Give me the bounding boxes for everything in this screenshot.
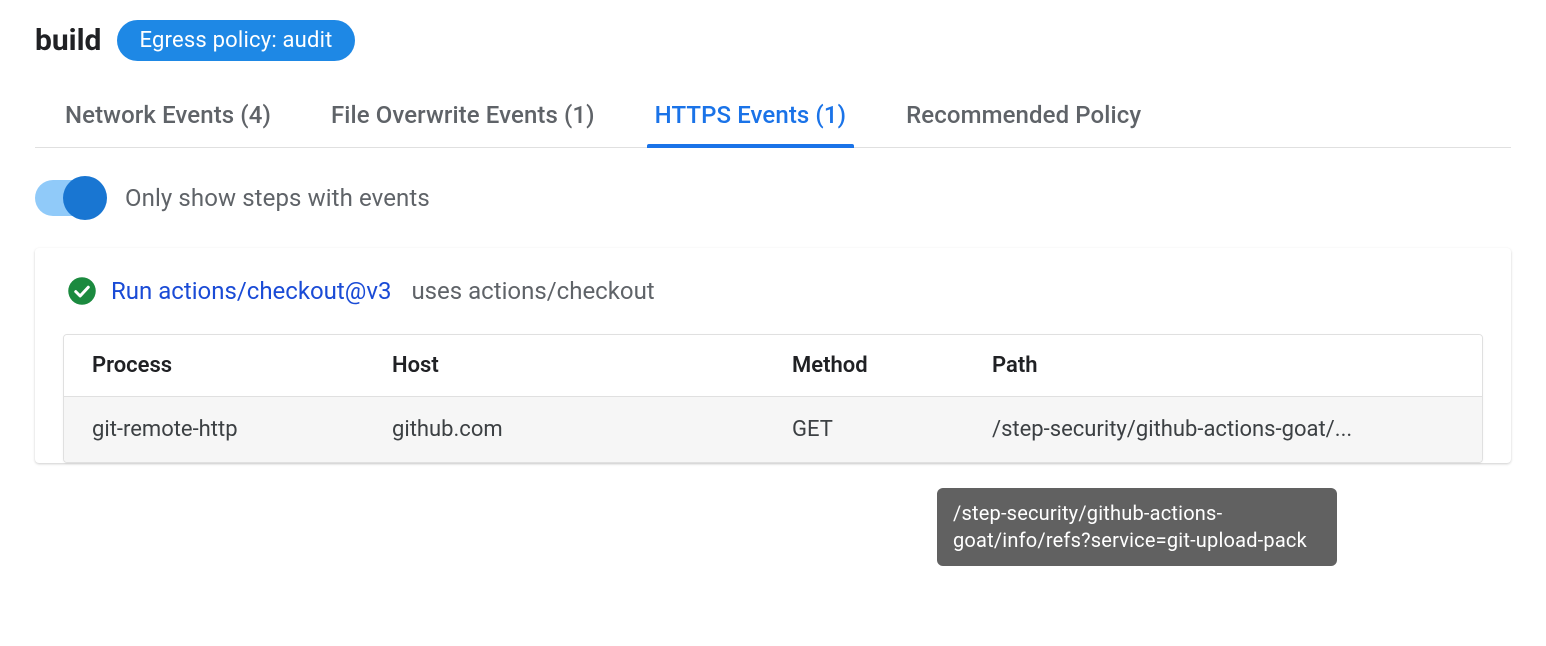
header-row: build Egress policy: audit	[35, 20, 1511, 61]
toggle-knob	[63, 176, 107, 220]
cell-process: git-remote-http	[64, 397, 364, 463]
page-title: build	[35, 23, 101, 58]
step-uses-text: uses actions/checkout	[411, 277, 654, 305]
cell-method: GET	[764, 397, 964, 463]
filter-row: Only show steps with events	[35, 180, 1511, 216]
path-tooltip: /step-security/github-actions-goat/info/…	[937, 488, 1337, 566]
header-method: Method	[764, 335, 964, 397]
header-path: Path	[964, 335, 1482, 397]
tabs: Network Events (4) File Overwrite Events…	[35, 101, 1511, 148]
tab-file-overwrite-events[interactable]: File Overwrite Events (1)	[331, 101, 595, 147]
events-table-wrap: Process Host Method Path git-remote-http…	[63, 334, 1483, 463]
header-host: Host	[364, 335, 764, 397]
header-process: Process	[64, 335, 364, 397]
tab-network-events[interactable]: Network Events (4)	[65, 101, 271, 147]
cell-host: github.com	[364, 397, 764, 463]
table-row[interactable]: git-remote-http github.com GET /step-sec…	[64, 397, 1482, 463]
check-circle-icon	[67, 276, 97, 306]
cell-path: /step-security/github-actions-goat/...	[964, 397, 1482, 463]
egress-policy-badge: Egress policy: audit	[117, 20, 354, 61]
step-header: Run actions/checkout@v3 uses actions/che…	[35, 276, 1511, 334]
filter-toggle[interactable]	[35, 180, 105, 216]
table-header-row: Process Host Method Path	[64, 335, 1482, 397]
tab-recommended-policy[interactable]: Recommended Policy	[906, 101, 1141, 147]
filter-toggle-label: Only show steps with events	[125, 184, 430, 212]
step-card: Run actions/checkout@v3 uses actions/che…	[35, 248, 1511, 463]
events-table: Process Host Method Path git-remote-http…	[64, 335, 1482, 462]
tab-https-events[interactable]: HTTPS Events (1)	[655, 101, 846, 147]
step-link[interactable]: Run actions/checkout@v3	[111, 277, 391, 305]
